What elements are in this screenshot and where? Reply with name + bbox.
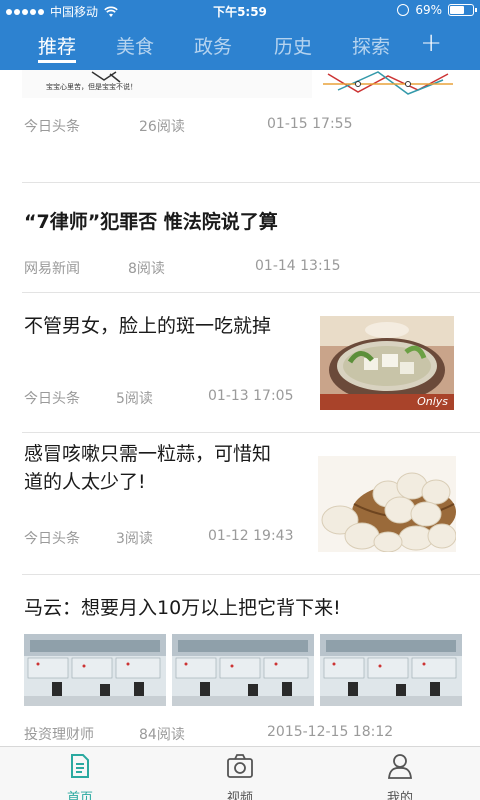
tabbar-video[interactable]: 视频: [200, 753, 280, 800]
bottom-tab-bar: 首页 视频 我的: [0, 746, 480, 800]
tabbar-video-label: 视频: [226, 791, 253, 800]
tabbar-profile-label: 我的: [386, 791, 413, 800]
home-document-icon: [71, 754, 89, 778]
tab-government[interactable]: 政务: [194, 32, 232, 59]
battery-icon: [448, 4, 477, 16]
status-bar: 中国移动 下午5:59 69%: [0, 0, 480, 24]
camera-icon: [227, 754, 253, 778]
divider: [22, 292, 480, 293]
news-time: 01-14 13:15: [255, 258, 341, 274]
news-time: 01-13 17:05: [208, 388, 294, 404]
news-read-count: 5阅读: [116, 391, 153, 407]
news-title[interactable]: “7律师”犯罪否 惟法院说了算: [24, 206, 278, 238]
app-screen: 中国移动 下午5:59 69% 推荐 美食 政务 历史 探索 + 宝宝心里苦，但…: [0, 0, 480, 800]
news-source: 今日头条: [24, 119, 80, 135]
news-thumbnail[interactable]: Onlys: [320, 316, 454, 410]
tab-food[interactable]: 美食: [116, 32, 154, 59]
news-thumbnail[interactable]: [320, 634, 462, 706]
tab-history[interactable]: 历史: [274, 32, 312, 59]
news-feed[interactable]: 宝宝心里苦，但是宝宝不说！ 今日头条 26阅读 01-15 17:55 “7律师…: [0, 70, 480, 746]
news-thumbnail[interactable]: [318, 456, 456, 552]
divider: [22, 432, 480, 433]
rotation-lock-icon: [397, 4, 410, 16]
tab-recommend[interactable]: 推荐: [38, 32, 76, 59]
news-time: 01-15 17:55: [267, 116, 353, 132]
news-read-count: 84阅读: [139, 727, 185, 743]
battery-fill: [450, 6, 464, 14]
tabbar-home[interactable]: 首页: [40, 753, 120, 800]
news-source: 网易新闻: [24, 261, 80, 277]
tabbar-home-label: 首页: [66, 791, 93, 800]
news-source: 今日头条: [24, 391, 80, 407]
news-title-line-2[interactable]: 道的人太少了!: [24, 466, 146, 498]
news-title[interactable]: 不管男女，脸上的斑一吃就掉: [24, 310, 271, 342]
person-icon: [388, 754, 412, 779]
divider: [22, 182, 480, 183]
news-time: 2015-12-15 18:12: [267, 724, 394, 740]
news-read-count: 3阅读: [116, 531, 153, 547]
news-read-count: 8阅读: [128, 261, 165, 277]
news-thumbnail[interactable]: [172, 634, 314, 706]
header: 中国移动 下午5:59 69% 推荐 美食 政务 历史 探索 +: [0, 0, 480, 70]
active-tab-indicator: [38, 60, 76, 63]
news-title[interactable]: 马云：想要月入10万以上把它背下来!: [24, 592, 341, 624]
thumbnail-watermark: Onlys: [417, 395, 448, 408]
category-tabs: 推荐 美食 政务 历史 探索 +: [0, 26, 480, 68]
news-thumbnail[interactable]: [24, 634, 166, 706]
news-read-count: 26阅读: [139, 119, 185, 135]
news-source: 投资理财师: [24, 727, 94, 743]
tabbar-profile[interactable]: 我的: [360, 753, 440, 800]
news-source: 今日头条: [24, 531, 80, 547]
add-category-button[interactable]: +: [420, 28, 442, 58]
news-time: 01-12 19:43: [208, 528, 294, 544]
battery-percent: 69%: [415, 3, 442, 17]
tab-explore[interactable]: 探索: [352, 32, 390, 59]
status-right: 69%: [397, 3, 477, 17]
news-image: [318, 70, 458, 98]
divider: [22, 574, 480, 575]
news-image: 宝宝心里苦，但是宝宝不说！: [22, 70, 312, 98]
image-caption: 宝宝心里苦，但是宝宝不说！: [46, 83, 137, 91]
